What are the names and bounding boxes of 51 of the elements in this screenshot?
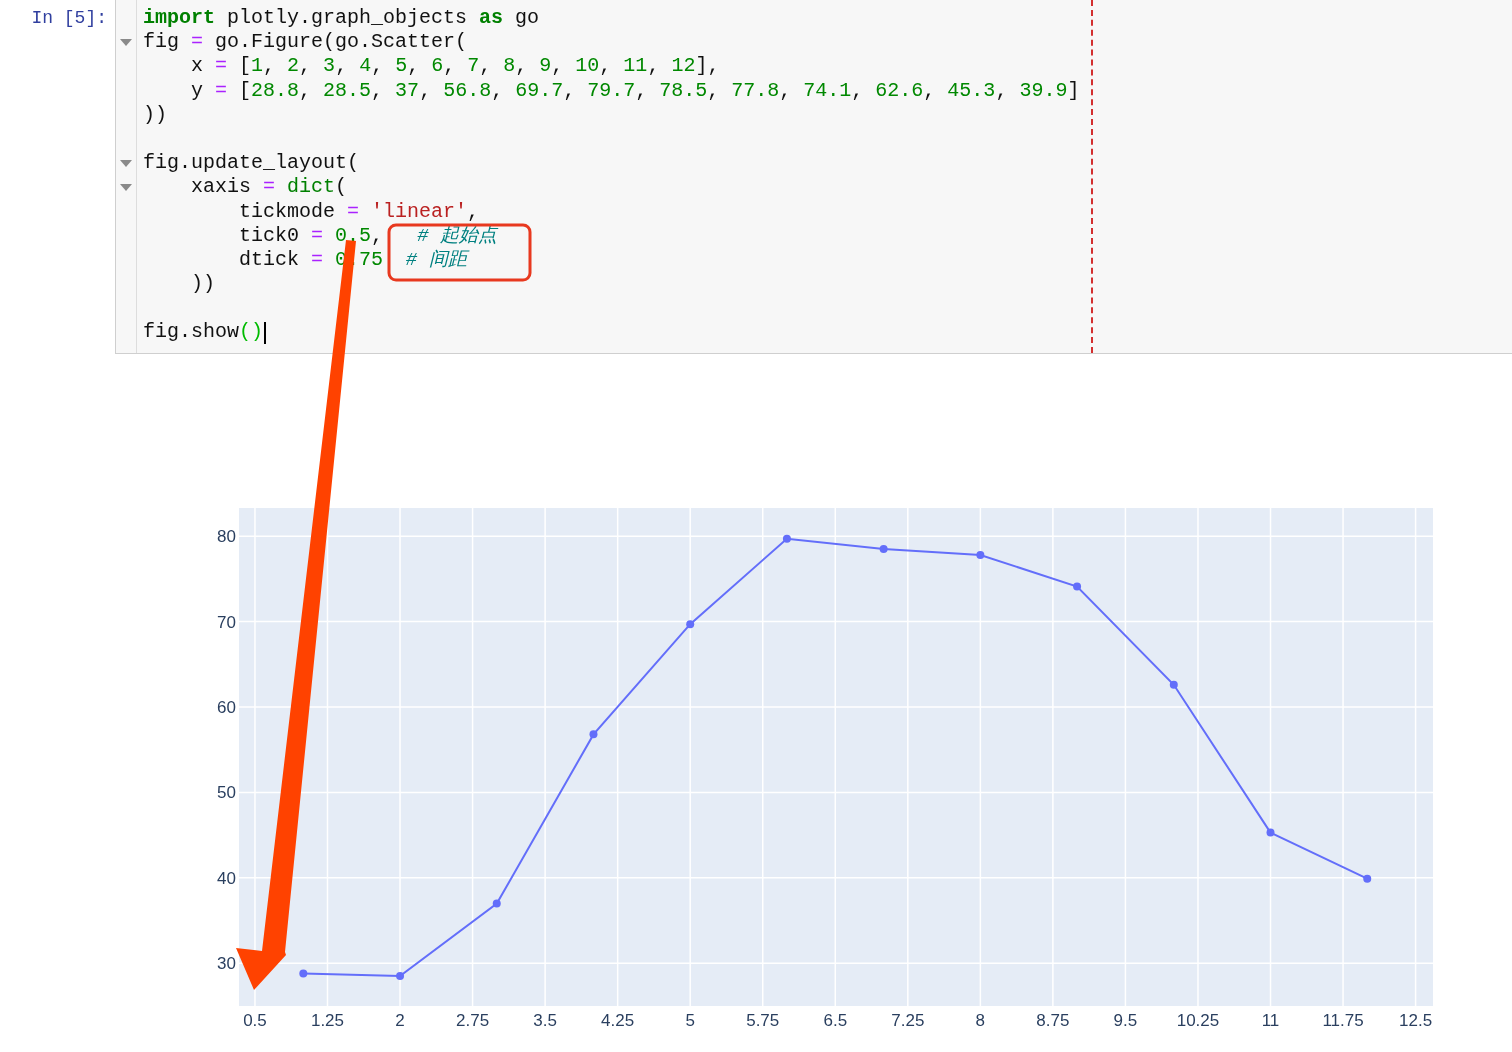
code-line: x = [1, 2, 3, 4, 5, 6, 7, 8, 9, 10, 11, 12], — [190, 54, 720, 79]
data-point — [686, 620, 695, 629]
fold-toggle-icon[interactable] — [120, 38, 132, 46]
axis-tick-label: 8 — [975, 1011, 986, 1030]
code-line: fig = go.Figure(go.Scatter( — [143, 30, 468, 55]
axis-tick-label: 5 — [685, 1011, 695, 1030]
axis-tick-label: 11.75 — [1322, 1011, 1364, 1030]
data-point — [589, 730, 598, 739]
fold-toggle-icon[interactable] — [120, 159, 132, 167]
data-point — [396, 972, 405, 981]
data-point — [299, 969, 308, 978]
axis-tick-label: 2 — [395, 1011, 405, 1030]
axis-tick-label: 4.25 — [601, 1011, 635, 1030]
code-line: )) — [190, 272, 215, 297]
code-line: tick0 = 0.5, # 起始点 — [238, 223, 498, 248]
axis-tick-label: 6.5 — [823, 1011, 848, 1030]
axis-tick-label: 30 — [217, 954, 236, 974]
axis-tick-label: 80 — [217, 527, 236, 547]
code-line: fig.show() — [143, 320, 264, 345]
axis-tick-label: 1.25 — [310, 1011, 345, 1030]
code-line: y = [28.8, 28.5, 37, 56.8, 69.7, 79.7, 78.5, 77.8, 74.1, 62.6, 45.3, 39.9] — [190, 78, 1080, 103]
data-point — [1266, 828, 1275, 837]
axis-tick-label: 11 — [1261, 1011, 1280, 1030]
data-point — [1363, 874, 1372, 883]
input-prompt: In [5]: — [31, 7, 107, 30]
code-line: import plotly.graph_objects as go — [143, 6, 540, 31]
axis-tick-label: 5.75 — [746, 1011, 780, 1030]
axis-tick-label: 3.5 — [533, 1011, 557, 1030]
data-point — [1073, 582, 1082, 591]
axis-tick-label: 40 — [217, 868, 236, 888]
code-line: tickmode = 'linear', — [238, 199, 480, 224]
data-point — [492, 899, 501, 908]
axis-tick-label: 0.5 — [243, 1011, 267, 1030]
axis-tick-label: 10.25 — [1176, 1011, 1220, 1030]
axis-tick-label: 2.75 — [456, 1011, 490, 1030]
data-point — [1169, 680, 1178, 689]
code-cell[interactable] — [115, 0, 1512, 354]
axis-tick-label: 7.25 — [891, 1011, 925, 1030]
axis-tick-label: 50 — [217, 783, 236, 803]
data-point — [782, 534, 791, 543]
code-line: xaxis = dict( — [190, 175, 348, 200]
axis-tick-label: 9.5 — [1113, 1011, 1138, 1030]
axis-tick-label: 12.5 — [1399, 1011, 1433, 1030]
axis-tick-label: 8.75 — [1036, 1011, 1070, 1030]
data-point — [976, 551, 985, 559]
data-point — [879, 545, 888, 553]
fold-toggle-icon[interactable] — [120, 183, 132, 191]
axis-tick-label: 60 — [217, 698, 236, 718]
axis-tick-label: 70 — [217, 612, 236, 632]
code-line: )) — [143, 102, 167, 127]
code-line: fig.update_layout( — [143, 151, 360, 176]
